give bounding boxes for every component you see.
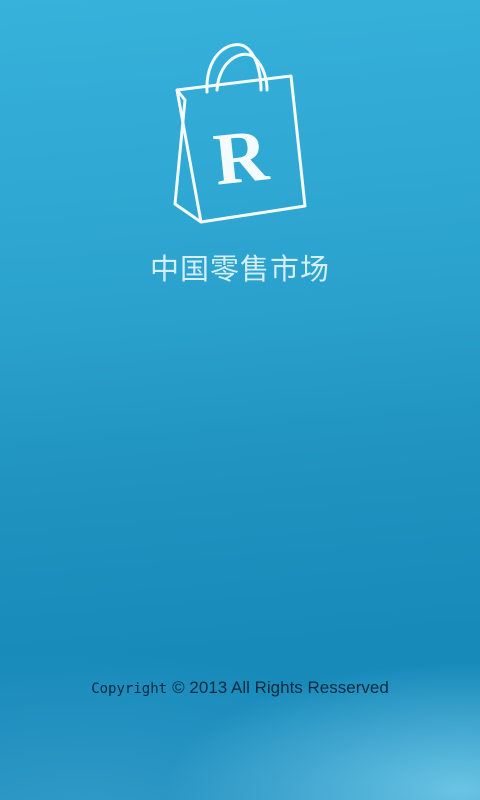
copyright-details: © 2013 All Rights Resserved xyxy=(172,678,389,697)
logo-letter: R xyxy=(210,114,273,201)
copyright-word: Copyright xyxy=(91,681,168,697)
app-name-title: 中国零售市场 xyxy=(149,252,330,286)
shopping-bag-icon: R xyxy=(173,43,307,224)
copyright-footer: Copyright © 2013 All Rights Resserved xyxy=(0,678,480,698)
splash-screen: R 中国零售市场 Copyright © 2013 All Rights Res… xyxy=(0,0,480,800)
